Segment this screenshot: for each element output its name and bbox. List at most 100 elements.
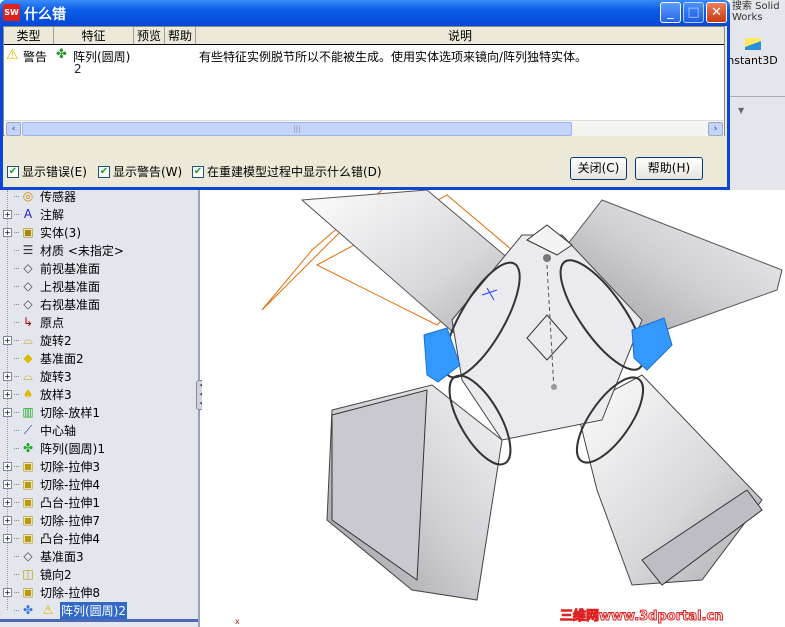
tree-item[interactable]: + ⌓ 旋转2	[0, 331, 72, 349]
table-row[interactable]: ⚠ 警告 ✤ 阵列(圆周) 2 有些特征实例脱节所以不能被生成。使用实体选项来镜…	[4, 47, 724, 79]
tree-connector-dots	[14, 321, 19, 323]
expand-toggle[interactable]: +	[3, 227, 12, 237]
tree-item[interactable]: + ▣ 凸台-拉伸4	[0, 529, 100, 547]
column-header-type[interactable]: 类型	[4, 27, 54, 44]
tree-item-label: 上视基准面	[40, 279, 101, 294]
origin-marker: x	[235, 617, 240, 626]
tree-connector-dots	[14, 411, 19, 413]
tree-item[interactable]: ✤ ⚠ 阵列(圆周)2	[0, 601, 127, 619]
circular-pattern-icon: ✤	[56, 47, 67, 62]
hub-hole	[543, 254, 551, 262]
tree-item[interactable]: + A 注解	[0, 205, 64, 223]
tree-connector-dots	[14, 447, 19, 449]
tree-connector-dots	[14, 591, 19, 593]
tree-item[interactable]: + ▣ 实体(3)	[0, 223, 81, 241]
tree-connector-dots	[14, 213, 19, 215]
tree-item-label: 旋转2	[40, 333, 72, 348]
expand-toggle[interactable]: +	[3, 335, 12, 345]
circular-pattern-icon: ✤	[22, 441, 34, 455]
column-header-description[interactable]: 说明	[196, 27, 724, 44]
show-during-rebuild-checkbox[interactable]: ✔ 在重建模型过程中显示什么错(D)	[192, 163, 382, 180]
scroll-left-button[interactable]: ‹	[6, 122, 21, 136]
column-header-preview[interactable]: 预览	[134, 27, 165, 44]
tree-item-label: 阵列(圆周)1	[40, 441, 105, 456]
tree-item[interactable]: ◆ 基准面2	[0, 349, 84, 367]
close-window-button[interactable]: ✕	[706, 2, 727, 23]
tree-item[interactable]: + ▥ 切除-放样1	[0, 403, 100, 421]
expand-toggle[interactable]: +	[3, 407, 12, 417]
tree-connector-dots	[14, 285, 19, 287]
command-manager-toolbar: 搜索 SolidWorks Instant3D ▼	[724, 0, 785, 190]
tree-item[interactable]: ◇ 前视基准面	[0, 259, 100, 277]
tree-item[interactable]: + ♠ 放样3	[0, 385, 72, 403]
close-button[interactable]: 关闭(C)	[570, 157, 627, 180]
plane-icon: ◇	[23, 279, 33, 293]
instant3d-icon[interactable]	[745, 38, 761, 50]
expand-toggle[interactable]: +	[3, 515, 12, 525]
tree-connector-dots	[14, 339, 19, 341]
tree-item-label: 注解	[40, 207, 65, 222]
tree-item[interactable]: ⟋ 中心轴	[0, 421, 76, 439]
row-feature-line2: 2	[74, 62, 82, 76]
tree-item[interactable]: ☰ 材质 <未指定>	[0, 241, 124, 259]
tree-connector-dots	[14, 267, 19, 269]
tree-item[interactable]: ◫ 镜向2	[0, 565, 72, 583]
circular-pattern-icon: ✤	[22, 603, 34, 617]
error-list: 类型 特征 预览 帮助 说明 ⚠ 警告 ✤ 阵列(圆周) 2 有些特征实例脱节所…	[3, 26, 725, 136]
tree-connector-dots	[14, 573, 19, 575]
column-header-help[interactable]: 帮助	[165, 27, 196, 44]
tree-item-label: 放样3	[40, 387, 72, 402]
warning-icon: ⚠	[42, 603, 54, 617]
dialog-body: 类型 特征 预览 帮助 说明 ⚠ 警告 ✤ 阵列(圆周) 2 有些特征实例脱节所…	[3, 26, 727, 187]
graphics-area[interactable]: x	[202, 190, 785, 627]
dropdown-arrow-icon[interactable]: ▼	[738, 106, 744, 115]
tree-item[interactable]: ✤ 阵列(圆周)1	[0, 439, 105, 457]
plane-icon: ◇	[23, 549, 33, 563]
show-warnings-checkbox[interactable]: ✔ 显示警告(W)	[98, 163, 182, 180]
minimize-button[interactable]: _	[660, 2, 681, 23]
instant3d-button[interactable]: Instant3D	[724, 54, 778, 67]
tree-item[interactable]: + ▣ 切除-拉伸8	[0, 583, 100, 601]
tree-item[interactable]: + ▣ 凸台-拉伸1	[0, 493, 100, 511]
expand-toggle[interactable]: +	[3, 533, 12, 543]
column-header-feature[interactable]: 特征	[54, 27, 134, 44]
maximize-button[interactable]: □	[683, 2, 704, 23]
tree-connector-dots	[14, 537, 19, 539]
tree-item-label: 中心轴	[40, 423, 77, 438]
tree-item[interactable]: ◇ 上视基准面	[0, 277, 100, 295]
tree-connector-dots	[14, 357, 19, 359]
cut-loft-icon: ▥	[22, 405, 34, 419]
show-errors-checkbox[interactable]: ✔ 显示错误(E)	[7, 163, 87, 180]
expand-toggle[interactable]: +	[3, 497, 12, 507]
tree-item[interactable]: + ▣ 切除-拉伸7	[0, 511, 100, 529]
expand-toggle[interactable]: +	[3, 587, 12, 597]
tree-connector-dots	[14, 483, 19, 485]
expand-toggle[interactable]: +	[3, 479, 12, 489]
tree-item[interactable]: + ⌓ 旋转3	[0, 367, 72, 385]
scroll-right-button[interactable]: ›	[708, 122, 723, 136]
3d-model-view[interactable]: x	[202, 190, 785, 627]
help-button[interactable]: 帮助(H)	[635, 157, 703, 180]
dialog-titlebar[interactable]: SW 什么错 _ □ ✕	[0, 0, 730, 26]
tree-item[interactable]: ↳ 原点	[0, 313, 64, 331]
tree-item[interactable]: ◇ 基准面3	[0, 547, 84, 565]
tree-item-label: 镜向2	[40, 567, 72, 582]
tree-item[interactable]: ◎ 传感器	[0, 190, 76, 205]
expand-toggle[interactable]: +	[3, 389, 12, 399]
scroll-thumb[interactable]: |||	[22, 122, 572, 136]
expand-toggle[interactable]: +	[3, 371, 12, 381]
checkbox-checked-icon: ✔	[7, 165, 19, 178]
checkbox-checked-icon: ✔	[98, 165, 110, 178]
funnel-lower-left-opening	[331, 389, 428, 581]
horizontal-scrollbar[interactable]: ‹ ||| ›	[5, 120, 724, 136]
tree-item[interactable]: + ▣ 切除-拉伸4	[0, 475, 100, 493]
expand-toggle[interactable]: +	[3, 209, 12, 219]
checkbox-label: 显示错误(E)	[22, 165, 87, 179]
search-box[interactable]: 搜索 SolidWorks	[732, 1, 784, 23]
mirror-icon: ◫	[22, 567, 34, 581]
tree-item[interactable]: + ▣ 切除-拉伸3	[0, 457, 100, 475]
expand-toggle[interactable]: +	[3, 461, 12, 471]
material-icon: ☰	[22, 243, 34, 257]
plane-yellow-icon: ◆	[23, 351, 33, 365]
tree-item[interactable]: ◇ 右视基准面	[0, 295, 100, 313]
